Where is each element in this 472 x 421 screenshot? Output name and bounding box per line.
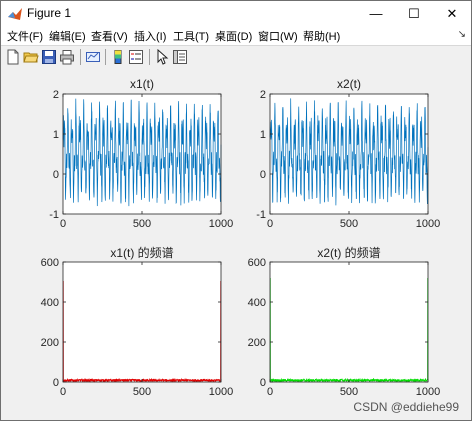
y-tick-label: 0 — [260, 377, 266, 389]
print-icon[interactable] — [59, 49, 75, 65]
subplot-x1-time: x1(t) 0 500 1000-1012 — [49, 77, 233, 230]
x-tick-label: 0 — [267, 386, 273, 398]
link-plot-icon[interactable] — [85, 49, 101, 65]
subplot-title: x2(t) 的频谱 — [317, 245, 380, 260]
figure-window: Figure 1 — ☐ ✕ 文件(F) 编辑(E) 查看(V) 插入(I) 工… — [0, 0, 472, 421]
plot-area: x1(t) 0 500 1000-1012 x2(t) 0 500 1000-1012 … — [41, 77, 441, 398]
toolbar-separator — [80, 49, 81, 65]
menu-tools[interactable]: 工具(T) — [173, 28, 209, 44]
y-tick-label: 400 — [248, 297, 266, 309]
x-tick-label: 1000 — [209, 386, 233, 398]
x-tick-label: 0 — [267, 218, 273, 230]
matlab-logo-icon — [8, 8, 22, 20]
axes-background — [63, 262, 221, 382]
property-inspector-icon[interactable] — [172, 49, 188, 65]
open-file-icon[interactable] — [23, 49, 39, 65]
toolbar-separator — [105, 49, 106, 65]
colorbar-icon[interactable] — [110, 49, 126, 65]
minimize-button[interactable]: — — [357, 1, 395, 27]
y-tick-label: 200 — [41, 337, 59, 349]
y-tick-label: 2 — [53, 89, 59, 101]
y-tick-label: 0 — [53, 377, 59, 389]
legend-icon[interactable] — [128, 49, 144, 65]
watermark: CSDN @eddiehe99 — [353, 400, 459, 414]
subplot-x2-time: x2(t) 0 500 1000-1012 — [256, 77, 440, 230]
menu-bar: 文件(F) 编辑(E) 查看(V) 插入(I) 工具(T) 桌面(D) 窗口(W… — [1, 27, 471, 45]
menu-view[interactable]: 查看(V) — [91, 28, 128, 44]
title-bar[interactable]: Figure 1 — ☐ ✕ — [1, 1, 471, 27]
subplot-x1-spectrum: x1(t) 的频谱 0 500 1000 0 200 400 600 — [41, 245, 234, 398]
y-tick-label: 2 — [260, 89, 266, 101]
menu-dock-arrow-icon[interactable]: ↘ — [458, 29, 466, 40]
new-figure-icon[interactable] — [5, 49, 21, 65]
menu-help[interactable]: 帮助(H) — [303, 28, 340, 44]
subplot-title: x2(t) — [337, 77, 361, 91]
y-tick-label: -1 — [49, 209, 59, 221]
x-tick-label: 500 — [133, 218, 151, 230]
menu-insert[interactable]: 插入(I) — [134, 28, 166, 44]
subplot-x2-spectrum: x2(t) 的频谱 0 500 1000 0 200 400 600 — [248, 245, 441, 398]
x-tick-label: 500 — [340, 218, 358, 230]
y-tick-label: 600 — [248, 257, 266, 269]
menu-edit[interactable]: 编辑(E) — [49, 28, 86, 44]
y-tick-label: 400 — [41, 297, 59, 309]
menu-desktop[interactable]: 桌面(D) — [215, 28, 252, 44]
y-tick-label: 200 — [248, 337, 266, 349]
axes-background — [270, 262, 428, 382]
y-tick-label: -1 — [256, 209, 266, 221]
x-tick-label: 1000 — [209, 218, 233, 230]
menu-window[interactable]: 窗口(W) — [258, 28, 298, 44]
subplot-title: x1(t) — [130, 77, 154, 91]
x-tick-label: 0 — [60, 218, 66, 230]
y-tick-label: 1 — [260, 129, 266, 141]
menu-file[interactable]: 文件(F) — [7, 28, 43, 44]
x-tick-label: 500 — [340, 386, 358, 398]
x-tick-label: 1000 — [416, 386, 440, 398]
x-tick-label: 1000 — [416, 218, 440, 230]
y-tick-label: 1 — [53, 129, 59, 141]
toolbar-separator — [149, 49, 150, 65]
close-button[interactable]: ✕ — [433, 1, 471, 27]
x-tick-label: 0 — [60, 386, 66, 398]
figure-canvas: x1(t) 0 500 1000 -1 0 1 2 x2(t) 0 500 1000 -1 0 1 2 … — [1, 68, 471, 420]
y-tick-label: 0 — [260, 169, 266, 181]
window-title: Figure 1 — [27, 6, 72, 20]
save-icon[interactable] — [41, 49, 57, 65]
subplot-title: x1(t) 的频谱 — [110, 245, 173, 260]
y-tick-label: 600 — [41, 257, 59, 269]
pointer-icon[interactable] — [154, 49, 170, 65]
toolbar — [1, 45, 471, 69]
y-tick-label: 0 — [53, 169, 59, 181]
x-tick-label: 500 — [133, 386, 151, 398]
maximize-button[interactable]: ☐ — [395, 1, 433, 27]
